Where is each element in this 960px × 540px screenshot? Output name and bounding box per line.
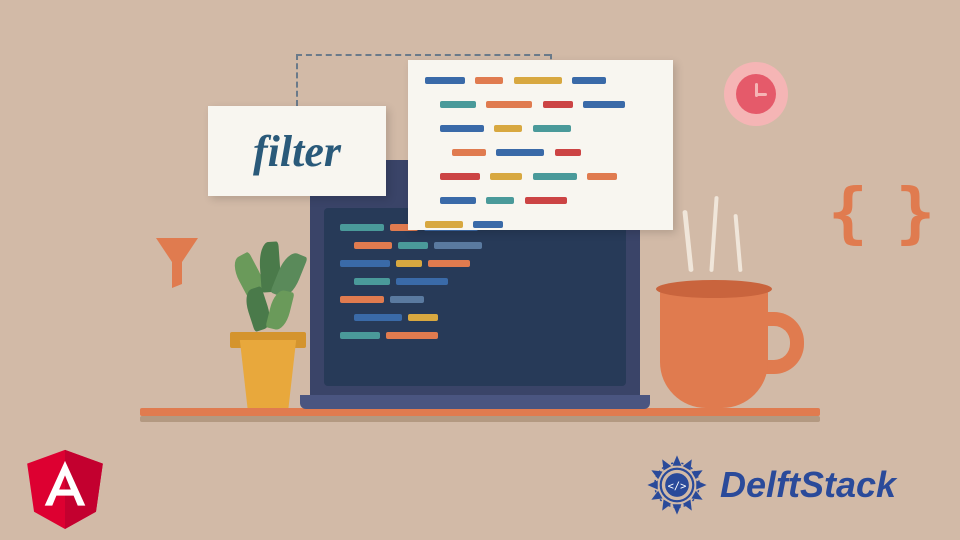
connector-line bbox=[296, 54, 550, 56]
laptop-base bbox=[300, 395, 650, 409]
steam-icon bbox=[709, 196, 718, 272]
brand-text: DelftStack bbox=[720, 464, 896, 506]
delft-mandala-icon: </> bbox=[640, 448, 714, 522]
steam-icon bbox=[682, 210, 693, 272]
braces-icon: { } bbox=[828, 174, 929, 251]
filter-label: filter bbox=[253, 126, 341, 177]
angular-logo-icon bbox=[22, 440, 108, 537]
svg-text:</>: </> bbox=[668, 480, 687, 492]
delftstack-logo: </> DelftStack bbox=[640, 448, 896, 522]
connector-line bbox=[296, 54, 298, 106]
coffee-mug-icon bbox=[660, 286, 768, 408]
clock-icon bbox=[724, 62, 788, 126]
steam-icon bbox=[733, 214, 742, 272]
desk-shadow bbox=[140, 416, 820, 422]
funnel-icon bbox=[154, 236, 200, 295]
code-snippet-card bbox=[408, 60, 673, 230]
desk-surface bbox=[140, 408, 820, 416]
filter-label-card: filter bbox=[208, 106, 386, 196]
